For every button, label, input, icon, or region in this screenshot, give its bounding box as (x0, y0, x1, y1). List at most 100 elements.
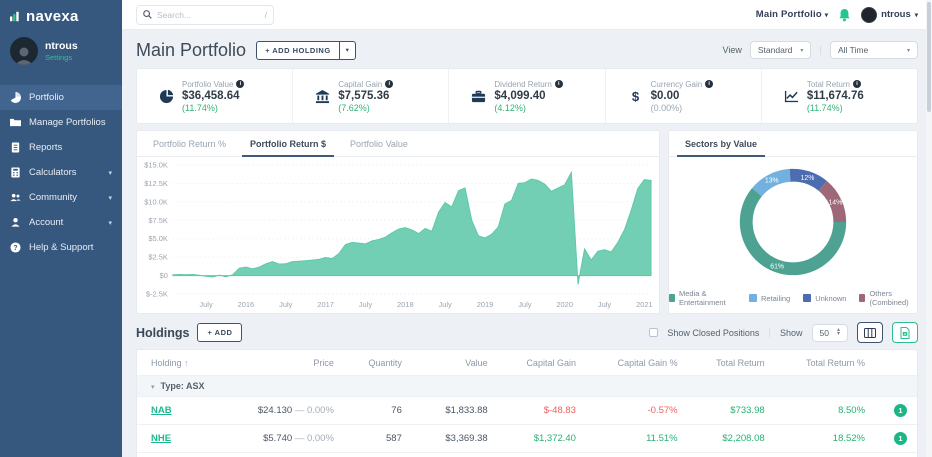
pie-chart-icon (10, 92, 21, 103)
content: Main Portfolio + ADD HOLDING ▾ View Stan… (122, 30, 932, 457)
sidebar-username: ntrous (45, 40, 78, 52)
stat-percent: (4.12%) (494, 102, 526, 113)
table-row[interactable]: NAB $24.130 — 0.00% 76 $1,833.88 $-48.83… (137, 396, 917, 425)
view-select[interactable]: Standard ▾ (749, 41, 812, 59)
sidebar-item-label: Help & Support (29, 242, 94, 253)
holdings-header: Holdings + ADD Show Closed Positions | S… (136, 322, 918, 343)
sectors-donut-chart[interactable]: 61% 13% 12% 14% (669, 157, 917, 287)
svg-text:2018: 2018 (397, 300, 414, 309)
add-holding-button[interactable]: + ADD HOLDING ▾ (256, 40, 356, 60)
stat-total-return: Total Return i $11,674.76 (11.74%) (760, 69, 917, 123)
user-avatar[interactable] (10, 37, 38, 65)
col-holding[interactable]: Holding ↑ (137, 350, 215, 376)
legend-swatch (859, 294, 866, 302)
add-holding-dropdown-toggle[interactable]: ▾ (338, 41, 355, 59)
sidebar-item-label: Reports (29, 142, 63, 153)
chevron-down-icon: ▾ (800, 47, 804, 54)
legend-swatch (803, 294, 812, 302)
stat-value: $7,575.36 (338, 89, 390, 102)
columns-button[interactable] (857, 322, 883, 343)
chevron-down-icon: ▾ (108, 219, 112, 227)
stat-label: Capital Gain (338, 79, 383, 89)
sidebar-item-portfolio[interactable]: Portfolio (0, 85, 122, 110)
sort-asc-icon: ↑ (184, 358, 189, 368)
settings-link[interactable]: Settings (45, 53, 78, 62)
page-scrollbar[interactable] (926, 0, 932, 457)
sidebar-item-community[interactable]: Community ▾ (0, 185, 122, 210)
title-row: Main Portfolio + ADD HOLDING ▾ View Stan… (136, 34, 918, 66)
legend-label: Retailing (761, 293, 791, 303)
add-button[interactable]: + ADD (197, 323, 243, 342)
col-total-return[interactable]: Total Return (688, 350, 775, 376)
search-box[interactable]: / (136, 4, 274, 25)
table-header-row: Holding ↑ Price Quantity Value Capital G… (137, 350, 917, 376)
user-menu[interactable]: ntrous ▾ (861, 6, 918, 23)
tab-portfolio-return-dollar[interactable]: Portfolio Return $ (238, 131, 338, 157)
sidebar-item-account[interactable]: Account ▾ (0, 210, 122, 235)
ticker-link[interactable]: NAB (151, 405, 172, 416)
table-row[interactable]: NHE $5.740 — 0.00% 587 $3,369.38 $1,372.… (137, 424, 917, 453)
holdings-count-badge[interactable]: 1 (894, 432, 907, 445)
holdings-count-badge[interactable]: 1 (894, 404, 907, 417)
tab-portfolio-return-pct[interactable]: Portfolio Return % (141, 131, 238, 156)
export-button[interactable]: x (892, 322, 918, 343)
people-icon (10, 193, 21, 202)
portfolio-selector[interactable]: Main Portfolio ▾ (756, 9, 828, 20)
legend-item[interactable]: Others (Combined) (859, 289, 917, 307)
legend-item[interactable]: Unknown (803, 289, 846, 307)
page-size-select[interactable]: 50 ▴ ▾ (811, 323, 848, 342)
info-icon[interactable]: i (705, 80, 714, 88)
portfolio-return-area-chart[interactable]: $15.0K $12.5K $10.0K $7.5K $5.0K $2.5K $0 $-2.5… (137, 157, 659, 312)
ticker-link[interactable]: NHE (151, 433, 171, 444)
collapse-caret-icon[interactable]: ▾ (151, 384, 155, 391)
chevron-down-icon: ▾ (906, 47, 910, 54)
info-icon[interactable]: i (236, 80, 245, 88)
info-icon[interactable]: i (385, 80, 394, 88)
show-closed-checkbox[interactable] (649, 328, 659, 337)
main-area: / Main Portfolio ▾ ntrous ▾ Main Portfol… (122, 0, 932, 457)
legend-item[interactable]: Retailing (749, 289, 790, 307)
capital-gain-pct-cell: 37.96% (585, 452, 688, 457)
legend-label: Others (Combined) (869, 289, 909, 307)
svg-text:July: July (518, 300, 532, 309)
time-range-select[interactable]: All Time ▾ (830, 41, 918, 59)
col-value[interactable]: Value (412, 350, 498, 376)
search-input[interactable] (157, 9, 260, 20)
brand-logo[interactable]: navexa (0, 0, 122, 31)
sidebar-item-help-support[interactable]: ? Help & Support (0, 235, 122, 260)
legend-swatch (749, 294, 758, 302)
total-return-cell: $13,944.78 (687, 452, 775, 457)
group-row-asx[interactable]: ▾ Type: ASX (137, 375, 917, 397)
info-icon[interactable]: i (852, 80, 861, 88)
tab-sectors-by-value[interactable]: Sectors by Value (673, 131, 769, 157)
legend-item[interactable]: Media & Entertainment (669, 289, 736, 307)
svg-text:$: $ (631, 89, 639, 104)
sidebar-item-manage-portfolios[interactable]: Manage Portfolios (0, 110, 122, 135)
svg-text:$12.5K: $12.5K (144, 179, 168, 188)
svg-text:July: July (199, 300, 213, 309)
svg-text:July: July (279, 300, 293, 309)
total-return-cell: $2,208.08 (687, 424, 775, 453)
question-circle-icon: ? (10, 242, 21, 253)
line-chart-icon (784, 90, 798, 102)
svg-text:$0: $0 (160, 271, 168, 280)
stat-label: Total Return (806, 79, 850, 89)
svg-text:$5.0K: $5.0K (148, 234, 167, 243)
col-total-return-pct[interactable]: Total Return % (775, 350, 875, 376)
calculator-icon (11, 167, 20, 178)
col-capital-gain-pct[interactable]: Capital Gain % (586, 350, 688, 376)
info-icon[interactable]: i (554, 80, 563, 88)
tab-portfolio-value[interactable]: Portfolio Value (338, 131, 420, 156)
scrollbar-thumb[interactable] (927, 2, 931, 112)
sidebar-item-calculators[interactable]: Calculators ▾ (0, 160, 122, 185)
stat-currency-gain: $ Currency Gain i $0.00 (0.00%) (604, 69, 761, 123)
divider: | (819, 44, 822, 56)
sidebar-item-reports[interactable]: Reports (0, 135, 122, 160)
notification-bell-icon[interactable] (838, 8, 851, 22)
col-price[interactable]: Price (215, 350, 344, 376)
table-row[interactable]: REA $144.350 — 0.00% 153 $22,085.55 $13,… (137, 452, 917, 457)
svg-text:2017: 2017 (317, 300, 334, 309)
bank-icon (316, 89, 330, 103)
col-quantity[interactable]: Quantity (344, 350, 412, 376)
col-capital-gain[interactable]: Capital Gain (498, 350, 586, 376)
